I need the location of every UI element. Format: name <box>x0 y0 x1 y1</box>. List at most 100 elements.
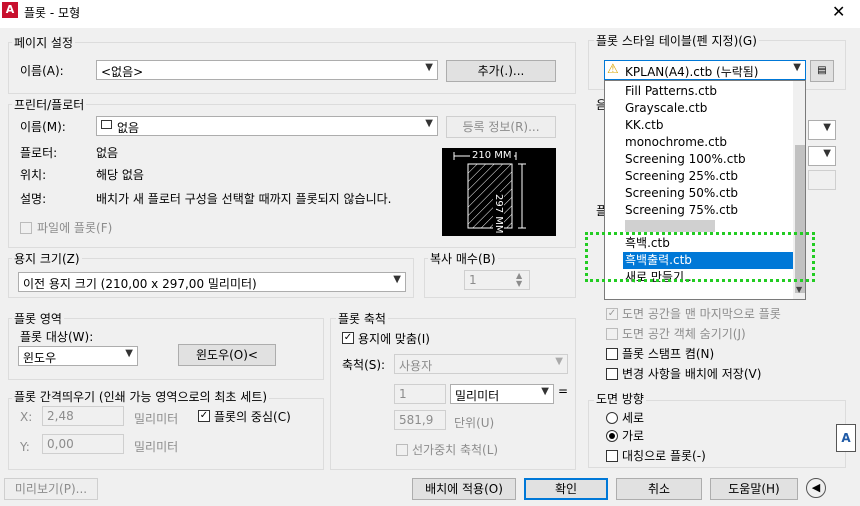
chevron-down-icon: ▼ <box>555 356 563 367</box>
portrait-label: 세로 <box>622 411 645 425</box>
printer-name-combo[interactable]: 없음 ▼ <box>96 116 438 136</box>
shade-plot-combo[interactable]: ▼ <box>808 120 836 140</box>
orientation-legend: 도면 방향 <box>594 390 646 407</box>
scale-lineweights-checkbox[interactable] <box>396 444 408 456</box>
stamp-on-label: 플롯 스탬프 켬(N) <box>622 347 715 361</box>
plot-area-legend: 플롯 영역 <box>12 310 64 327</box>
ok-button[interactable]: 확인 <box>524 478 608 500</box>
save-changes-checkbox[interactable] <box>606 368 618 380</box>
add-page-setup-button[interactable]: 추가(.)... <box>446 60 556 82</box>
location-label: 위치: <box>20 168 47 182</box>
close-icon[interactable]: ✕ <box>832 2 845 21</box>
chevron-down-icon: ▼ <box>425 118 433 129</box>
plot-what-combo[interactable]: 윈도우 ▼ <box>18 346 138 366</box>
app-icon: A <box>2 2 18 18</box>
offset-x-unit: 밀리미터 <box>134 412 179 426</box>
dpi-input[interactable] <box>808 170 836 190</box>
landscape-label: 가로 <box>622 429 645 443</box>
center-plot-label: 플롯의 중심(C) <box>214 410 291 424</box>
window-select-button[interactable]: 윈도우(O)< <box>178 344 276 366</box>
dropdown-item[interactable]: Screening 25%.ctb <box>625 168 738 185</box>
cancel-button[interactable]: 취소 <box>616 478 702 500</box>
dropdown-placeholder-row <box>625 220 715 232</box>
fit-to-paper-label: 용지에 맞춤(I) <box>358 332 430 346</box>
scale-label: 축척(S): <box>342 358 386 372</box>
page-setup-legend: 페이지 설정 <box>12 34 76 51</box>
spinner-icon[interactable]: ▲ ▼ <box>516 272 522 288</box>
scale-unit-value: 밀리미터 <box>455 389 500 403</box>
copies-legend: 복사 매수(B) <box>428 250 498 267</box>
dropdown-item[interactable]: Fill Patterns.ctb <box>625 83 717 100</box>
collapse-icon[interactable]: ◀ <box>806 478 826 498</box>
chevron-down-icon: ▼ <box>425 62 433 73</box>
dropdown-item[interactable]: KK.ctb <box>625 117 663 134</box>
page-setup-name-combo[interactable]: <없음> ▼ <box>96 60 438 80</box>
dropdown-item[interactable]: Screening 50%.ctb <box>625 185 738 202</box>
scale-combo[interactable]: 사용자 ▼ <box>394 354 568 374</box>
plot-style-combo[interactable]: ⚠ KPLAN(A4).ctb (누락됨) ▼ <box>604 60 806 80</box>
page-setup-name-value: <없음> <box>101 65 144 79</box>
plot-style-selected: KPLAN(A4).ctb (누락됨) <box>625 65 759 79</box>
portrait-radio[interactable] <box>606 412 618 424</box>
help-button[interactable]: 도움말(H) <box>710 478 798 500</box>
chevron-down-icon: ▼ <box>125 348 133 359</box>
orientation-page-icon: A <box>836 424 856 452</box>
offset-y-unit: 밀리미터 <box>134 440 179 454</box>
scale-value1-input[interactable]: 1 <box>394 384 446 404</box>
plotter-label: 플로터: <box>20 146 58 160</box>
offset-x-label: X: <box>20 410 33 424</box>
scale-value2-input[interactable]: 581,9 <box>394 410 446 430</box>
center-plot-checkbox[interactable]: ✓ <box>198 410 210 422</box>
hide-objects-checkbox[interactable] <box>606 328 618 340</box>
upside-down-checkbox[interactable] <box>606 450 618 462</box>
landscape-radio[interactable] <box>606 430 618 442</box>
preview-height-label: 297 MM <box>493 192 504 236</box>
warning-icon: ⚠ <box>607 62 619 77</box>
printer-properties-button[interactable]: 등록 정보(R)... <box>446 116 556 138</box>
paperspace-last-checkbox[interactable]: ✓ <box>606 308 618 320</box>
page-setup-name-label: 이름(A): <box>20 64 64 78</box>
preview-width-label: 210 MM <box>470 150 514 161</box>
printer-name-label: 이름(M): <box>20 120 66 134</box>
equals-sign: = <box>558 384 569 398</box>
dropdown-item[interactable]: Screening 100%.ctb <box>625 151 746 168</box>
scroll-down-icon[interactable]: ▼ <box>796 285 802 294</box>
paper-size-value: 이전 용지 크기 (210,00 x 297,00 밀리미터) <box>23 277 257 291</box>
scale-unit-combo[interactable]: 밀리미터 ▼ <box>450 384 554 404</box>
chevron-down-icon: ▼ <box>393 274 401 285</box>
plot-what-label: 플롯 대상(W): <box>20 330 94 344</box>
edit-plot-style-icon[interactable]: ▤ <box>810 60 834 82</box>
dropdown-item[interactable]: Screening 75%.ctb <box>625 202 738 219</box>
chevron-down-icon: ▼ <box>541 386 549 397</box>
location-value: 해당 없음 <box>96 168 144 182</box>
dropdown-item[interactable]: monochrome.ctb <box>625 134 727 151</box>
plotter-value: 없음 <box>96 146 119 160</box>
title-bar <box>0 0 860 28</box>
printer-icon <box>101 120 112 129</box>
preview-button[interactable]: 미리보기(P)... <box>4 478 98 500</box>
fit-to-paper-checkbox[interactable]: ✓ <box>342 332 354 344</box>
dropdown-item[interactable]: Grayscale.ctb <box>625 100 707 117</box>
highlight-annotation-box <box>585 232 815 282</box>
plot-offset-legend: 플롯 간격띄우기 (인쇄 가능 영역으로의 최초 세트) <box>12 388 270 405</box>
paper-size-combo[interactable]: 이전 용지 크기 (210,00 x 297,00 밀리미터) ▼ <box>18 272 406 292</box>
upside-down-label: 대칭으로 플롯(-) <box>622 449 706 463</box>
scale-value: 사용자 <box>399 359 433 373</box>
plot-style-legend: 플롯 스타일 테이블(펜 지정)(G) <box>594 32 759 49</box>
description-value: 배치가 새 플로터 구성을 선택할 때까지 플롯되지 않습니다. <box>96 192 392 206</box>
paper-size-legend: 용지 크기(Z) <box>12 250 82 267</box>
apply-to-layout-button[interactable]: 배치에 적용(O) <box>412 478 516 500</box>
plot-to-file-checkbox[interactable] <box>20 222 32 234</box>
quality-combo[interactable]: ▼ <box>808 146 836 166</box>
offset-y-input[interactable]: 0,00 <box>42 434 124 454</box>
offset-x-input[interactable]: 2,48 <box>42 406 124 426</box>
stamp-on-checkbox[interactable] <box>606 348 618 360</box>
scale-unit2-label: 단위(U) <box>454 416 495 430</box>
printer-name-value: 없음 <box>117 121 140 135</box>
chevron-down-icon: ▼ <box>823 122 831 133</box>
save-changes-label: 변경 사항을 배치에 저장(V) <box>622 367 762 381</box>
window-title: 플롯 - 모형 <box>24 6 81 20</box>
paper-preview: 210 MM 297 MM <box>442 148 556 236</box>
chevron-down-icon: ▼ <box>793 62 801 73</box>
plot-what-value: 윈도우 <box>23 351 57 365</box>
